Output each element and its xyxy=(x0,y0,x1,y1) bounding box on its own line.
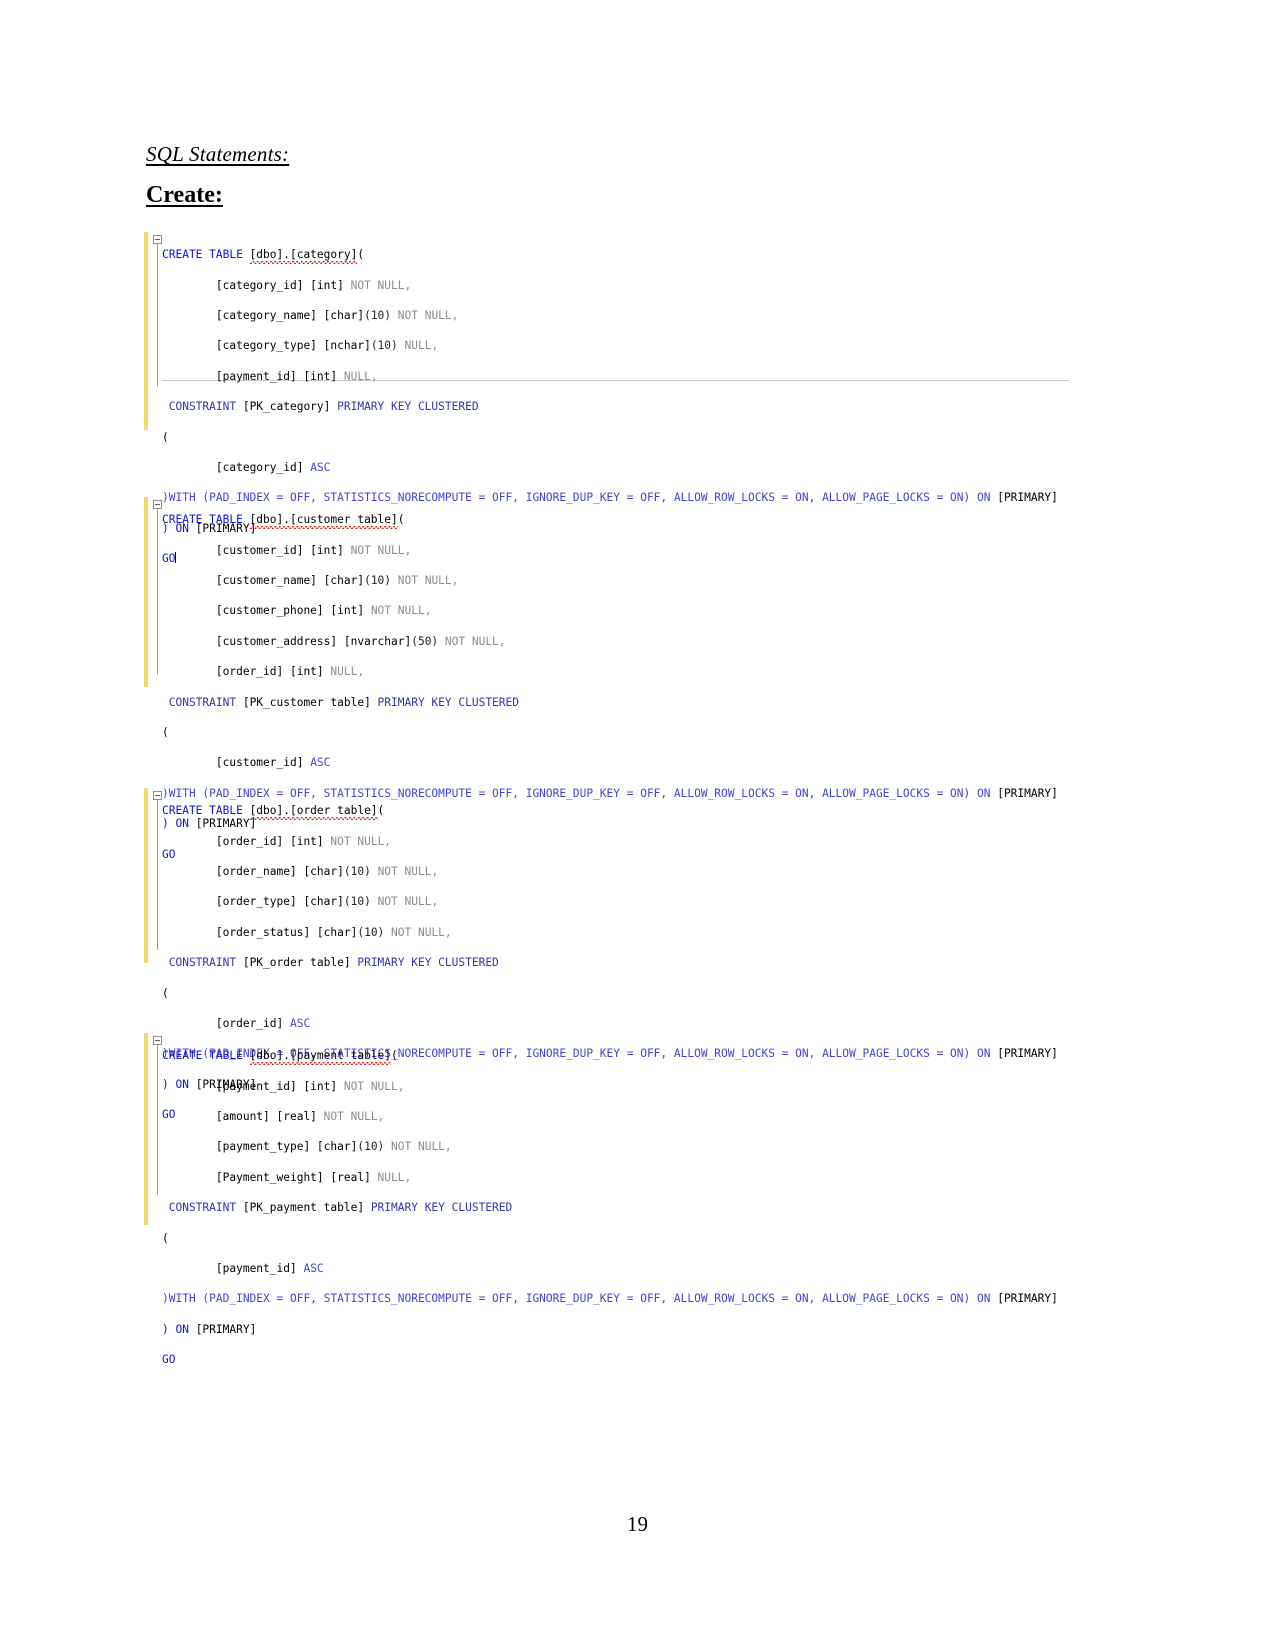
code-line: [category_id] [int] NOT NULL, xyxy=(162,278,412,292)
code-line: [order_status] [char](10) NOT NULL, xyxy=(162,925,452,939)
collapse-toggle-icon[interactable] xyxy=(153,500,162,509)
table-name-spellcheck: [dbo].[payment table] xyxy=(249,1049,392,1066)
code-line: [customer_phone] [int] NOT NULL, xyxy=(162,604,432,618)
code-line: [order_type] [char](10) NOT NULL, xyxy=(162,895,439,909)
page-title-sql-statements: SQL Statements: xyxy=(146,142,290,166)
code-line: [payment_id] [int] NULL, xyxy=(162,369,378,383)
code-line: CONSTRAINT [PK_customer table] PRIMARY K… xyxy=(162,695,519,709)
code-guide-line xyxy=(157,509,158,674)
code-line: [order_id] ASC xyxy=(162,1016,311,1030)
code-line: CREATE TABLE [dbo].[order table]( xyxy=(162,804,385,821)
editor-change-bar xyxy=(144,1033,148,1225)
code-guide-line xyxy=(157,1045,158,1195)
code-line: CREATE TABLE [dbo].[category]( xyxy=(162,248,365,265)
code-guide-line xyxy=(157,800,158,950)
code-line: ( xyxy=(162,1231,169,1245)
editor-change-bar xyxy=(144,232,148,430)
code-line: ) ON [PRIMARY] xyxy=(162,1322,257,1336)
code-line: [order_id] [int] NOT NULL, xyxy=(162,834,392,848)
code-line: CREATE TABLE [dbo].[customer table]( xyxy=(162,513,405,530)
code-line: ( xyxy=(162,986,169,1000)
code-line: [customer_id] ASC xyxy=(162,756,331,770)
code-line: [category_id] ASC xyxy=(162,460,331,474)
code-line: ( xyxy=(162,430,169,444)
code-line: GO xyxy=(162,1353,176,1367)
code-line: [customer_id] [int] NOT NULL, xyxy=(162,543,412,557)
code-line: )WITH (PAD_INDEX = OFF, STATISTICS_NOREC… xyxy=(162,1292,1058,1306)
editor-change-bar xyxy=(144,497,148,687)
code-line: [category_type] [nchar](10) NULL, xyxy=(162,339,439,353)
code-line: CONSTRAINT [PK_payment table] PRIMARY KE… xyxy=(162,1201,513,1215)
table-name-spellcheck: [dbo].[category] xyxy=(249,248,358,265)
code-guide-line xyxy=(157,244,158,386)
document-page: SQL Statements: Create: CREATE TABLE [db… xyxy=(0,0,1275,1651)
code-line: [Payment_weight] [real] NULL, xyxy=(162,1170,412,1184)
page-number: 19 xyxy=(627,1512,648,1536)
code-line: [category_name] [char](10) NOT NULL, xyxy=(162,308,459,322)
code-line: CREATE TABLE [dbo].[payment table]( xyxy=(162,1049,398,1066)
code-line: [order_id] [int] NULL, xyxy=(162,665,365,679)
table-name-spellcheck: [dbo].[customer table] xyxy=(249,513,398,530)
code-line: CONSTRAINT [PK_category] PRIMARY KEY CLU… xyxy=(162,400,479,414)
code-line: [amount] [real] NOT NULL, xyxy=(162,1109,385,1123)
code-line: CONSTRAINT [PK_order table] PRIMARY KEY … xyxy=(162,956,499,970)
code-line: [payment_id] ASC xyxy=(162,1261,324,1275)
sql-code-text: CREATE TABLE [dbo].[payment table]( [pay… xyxy=(162,1033,1058,1398)
code-line: [order_name] [char](10) NOT NULL, xyxy=(162,864,439,878)
collapse-toggle-icon[interactable] xyxy=(153,791,162,800)
code-line: ( xyxy=(162,725,169,739)
code-line: [customer_address] [nvarchar](50) NOT NU… xyxy=(162,634,506,648)
code-line: [customer_name] [char](10) NOT NULL, xyxy=(162,573,459,587)
editor-change-bar xyxy=(144,788,148,963)
table-name-spellcheck: [dbo].[order table] xyxy=(249,804,378,821)
code-line: [payment_id] [int] NOT NULL, xyxy=(162,1079,405,1093)
collapse-toggle-icon[interactable] xyxy=(153,235,162,244)
section-heading-create: Create: xyxy=(146,182,223,208)
code-line: [payment_type] [char](10) NOT NULL, xyxy=(162,1140,452,1154)
collapse-toggle-icon[interactable] xyxy=(153,1036,162,1045)
